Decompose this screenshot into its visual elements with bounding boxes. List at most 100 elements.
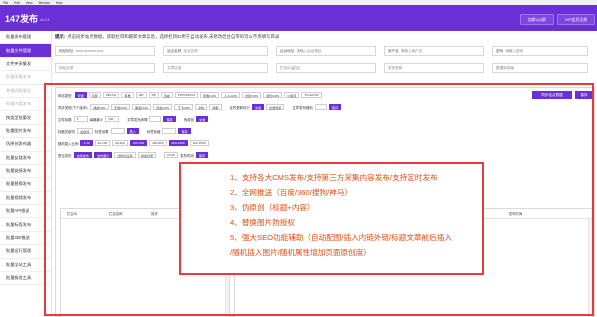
tag-prefix-input[interactable] [162, 128, 177, 134]
sync-option[interactable]: 无缝CMS [110, 104, 130, 110]
rewrite-toggle[interactable]: 文章 [196, 116, 209, 122]
menu-help[interactable]: Help [56, 1, 63, 5]
cms-option[interactable]: ZBLOG [102, 92, 120, 98]
sync-option[interactable]: 迅睿CMS [153, 104, 173, 110]
feature-line-4: 4、替换图片防授权 [230, 218, 295, 227]
schedule-option[interactable]: 文章随机 [266, 104, 285, 110]
cms-option[interactable]: 苹果 [121, 92, 134, 98]
form-field-r2-4[interactable]: 数据库前缀 [492, 63, 588, 73]
cms-type-label: 网站类型: [58, 93, 73, 98]
ratio-option[interactable]: 20-100 [94, 140, 111, 146]
site-name-field[interactable]: 站点名称 站点名称 [163, 46, 268, 56]
cms-option[interactable]: WP [135, 92, 147, 98]
sidebar-item-15[interactable]: 批量360推送 [0, 232, 51, 246]
cms-option[interactable]: 米拓CMS [242, 92, 262, 98]
sidebar-item-18[interactable]: 批量服务工具 [0, 272, 51, 286]
publish-option[interactable]: 发布图片 [93, 152, 113, 158]
form-field-r2-1[interactable]: 文章目录 [163, 63, 268, 73]
join-qq-button[interactable]: 加群QQ群 [520, 14, 554, 25]
publish-label: 是否发布 [58, 153, 72, 158]
form-field-r2-0[interactable]: 网站目录 [55, 63, 155, 73]
form-field-r2-2[interactable]: 栏目ID(留空) [276, 63, 376, 73]
article-table-scrollbar[interactable] [588, 219, 592, 317]
cms-option[interactable]: ThinkCMF [301, 92, 322, 98]
random-publish-input[interactable] [314, 104, 327, 110]
publish-option[interactable]: 伪原创设置 [114, 152, 136, 158]
hint-body: 点击同步站点数据，获取栏目和最新文章信息，选择栏目ID用于自动发布,未修改后台自… [67, 34, 280, 39]
cms-option[interactable]: 织梦 [88, 92, 101, 98]
cms-option[interactable]: 帝国CMS [199, 92, 219, 98]
sidebar-item-0[interactable]: 批量发布管理 [0, 31, 51, 45]
sidebar-item-5[interactable]: 批量内容发布 [0, 98, 51, 112]
sync-type-row: 同步类型(下个版本): 播放ABC 无缝CMS 黑金CMS 迅睿CMS 飞飞CM… [58, 104, 342, 110]
sync-option[interactable]: 黑金CMS [131, 104, 152, 110]
sidebar-item-3[interactable]: 批量采集发布 [0, 71, 51, 85]
menu-edit[interactable]: Edit [14, 1, 20, 5]
ratio-option[interactable]: 1-30 [80, 140, 93, 146]
cms-option[interactable]: 迅睿 [160, 92, 173, 98]
menu-file[interactable]: File [3, 1, 8, 5]
sidebar-item-8[interactable]: 伪原创发布器 [0, 138, 51, 152]
menu-view[interactable]: View [26, 1, 33, 5]
random-publish-label: 文章发布随机 [292, 105, 313, 110]
ratio-option[interactable]: 500-1000 [168, 140, 188, 146]
keyword-input[interactable]: 关键词 [76, 128, 93, 134]
ratio-option[interactable]: 200-800 [149, 140, 167, 146]
schedule-label: 定时更新执行 [229, 105, 250, 110]
publish-time-input[interactable]: 24:00 [164, 152, 179, 158]
menu-window[interactable]: Window [39, 1, 50, 5]
sidebar-item-14[interactable]: 批量标签发布 [0, 218, 51, 232]
feature-callout: 1、支持各大CMS发布/支持第三方采集内容发布/支持定时发布 2、全网推送（百度… [179, 162, 484, 275]
interval-save-button[interactable]: 保存 [163, 116, 176, 122]
cms-option[interactable]: 易优CMS [263, 92, 283, 98]
ratio-option[interactable]: 100-500 [129, 140, 148, 146]
sidebar-item-6[interactable]: 按类型批量发 [0, 111, 51, 125]
hint-text: 提示: 点击同步站点数据，获取栏目和最新文章信息，选择栏目ID用于自动发布,未修改… [55, 34, 279, 40]
sidebar-item-17[interactable]: 批量全站工具 [0, 259, 51, 273]
min-words-input[interactable]: 100 [105, 116, 120, 122]
rewrite-label: 伪原创 [183, 117, 195, 122]
tag-input[interactable] [110, 128, 125, 134]
random-save-button[interactable]: 保存 [328, 104, 342, 110]
sidebar-item-2[interactable]: 文件夹采集发 [0, 58, 51, 72]
ratio-option[interactable]: 50-200 [112, 140, 128, 146]
username-field[interactable]: 用户名 请输入用户名 [384, 46, 484, 56]
schedule-option[interactable]: 文章 [251, 104, 265, 110]
sidebar-item-13[interactable]: 批量API推送 [0, 205, 51, 219]
sidebar-item-16[interactable]: 批量运行管理 [0, 245, 51, 259]
sync-option[interactable]: 米粒 [195, 104, 208, 110]
sidebar-item-7[interactable]: 批量图片发布 [0, 125, 51, 139]
sync-option[interactable]: 搜索 [209, 104, 222, 110]
cms-option[interactable]: PHPCMSV9 [174, 92, 198, 98]
publish-save-button[interactable]: 保存 [195, 152, 209, 158]
sidebar-item-9[interactable]: 批量友链发布 [0, 152, 51, 165]
cms-option[interactable]: 小旋风 [284, 92, 300, 98]
sidebar-item-1[interactable]: 批量文件管理 [0, 44, 51, 58]
tag-prefix-save-button[interactable]: 保存 [178, 128, 191, 134]
vip-register-button[interactable]: VIP会员注册 [557, 14, 595, 25]
sync-option[interactable]: 飞飞CMS [174, 104, 194, 110]
insert-button[interactable]: 插入 [126, 128, 139, 134]
form-field-r2-3[interactable]: 发布密钥 [384, 63, 484, 73]
sidebar-item-4[interactable]: 关键词批量发 [0, 85, 51, 98]
ratio-row: 随机插入比例 1-30 20-100 50-200 100-500 200-80… [58, 140, 209, 146]
ratio-option[interactable]: 100-1500 [189, 140, 209, 146]
cms-option[interactable]: PB [148, 92, 159, 98]
url-field[interactable]: 网站地址 www.domain.com [55, 46, 155, 56]
publish-option[interactable]: 启用发布 [73, 152, 92, 158]
sidebar-item-12[interactable]: 批量视频发布 [0, 192, 51, 206]
sync-option[interactable]: 播放ABC [90, 104, 109, 110]
admin-url-field[interactable]: 后台地址 请输入后台地址 [276, 46, 376, 56]
sidebar-item-11[interactable]: 批量替换发布 [0, 178, 51, 192]
title-row: 文件标题 5 每篇最少 100 文章发布间隔 保存 伪原创 文章 [58, 116, 209, 122]
title-keyword-label: 标题关键词 [58, 129, 75, 134]
save-button[interactable]: 保存 [575, 91, 593, 99]
cms-option[interactable]: 帝国 [74, 92, 87, 98]
title-count-input[interactable]: 5 [73, 116, 88, 122]
cms-option[interactable]: 人人CMS [220, 92, 241, 98]
publish-option[interactable]: 添加目录 [137, 152, 157, 158]
interval-input[interactable] [149, 116, 162, 122]
sync-site-button[interactable]: 同步站点数据 [532, 91, 572, 99]
password-field[interactable]: 密码 请输入密码 [492, 46, 588, 56]
sidebar-item-10[interactable]: 批量链接发布 [0, 165, 51, 179]
